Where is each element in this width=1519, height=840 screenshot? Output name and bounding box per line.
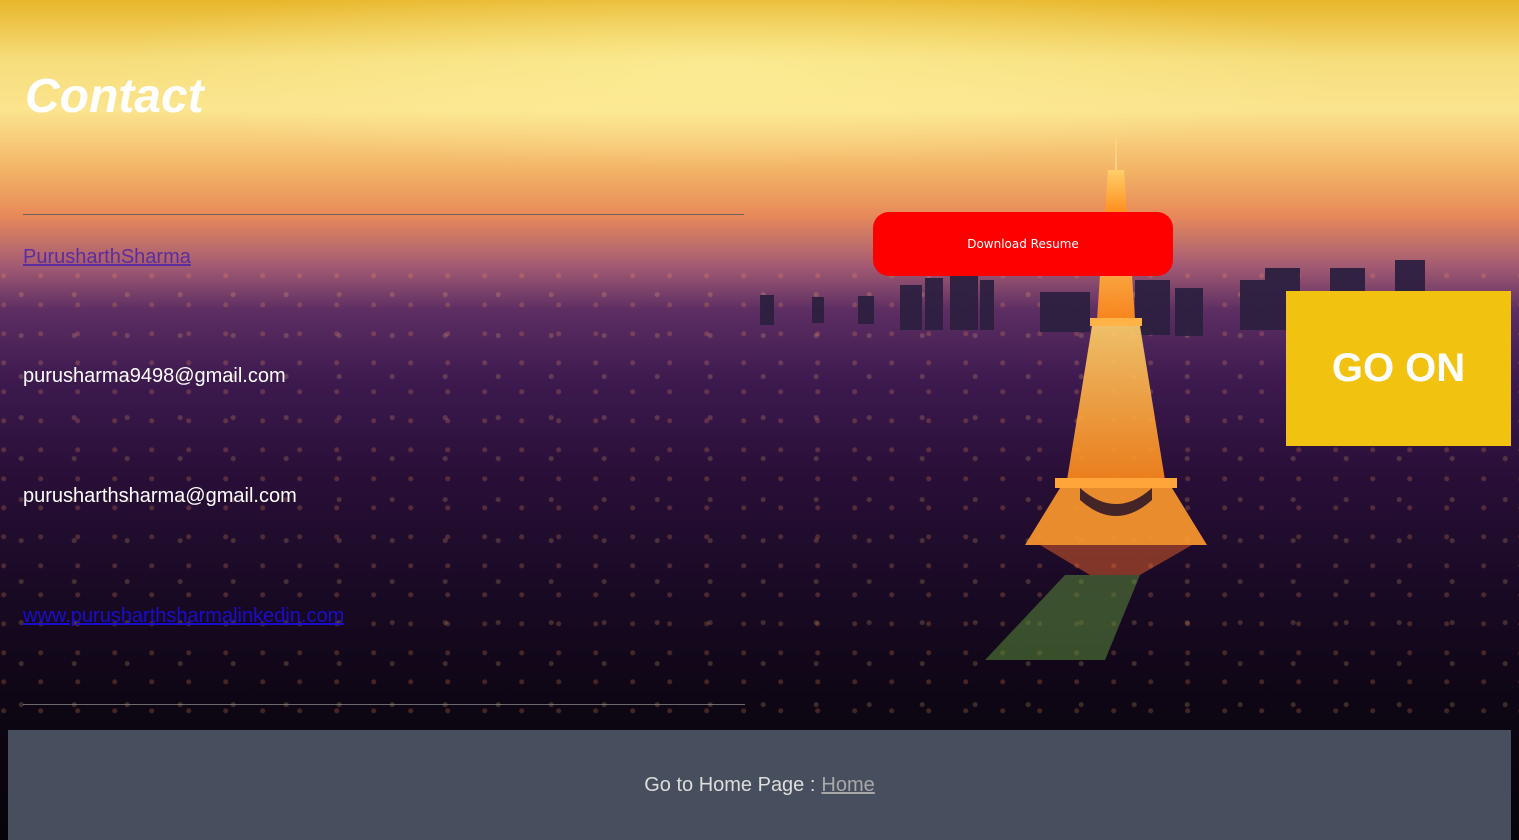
go-on-button[interactable]: GO ON bbox=[1286, 291, 1511, 446]
home-link[interactable]: Home bbox=[821, 774, 874, 797]
page-title: Contact bbox=[25, 70, 204, 123]
top-divider bbox=[23, 214, 744, 215]
name-link[interactable]: PurusharthSharma bbox=[23, 245, 191, 269]
footer-prefix-text: Go to Home Page : bbox=[644, 773, 816, 796]
email-primary-text: purusharma9498@gmail.com bbox=[23, 365, 286, 387]
footer: Go to Home Page : Home bbox=[8, 730, 1511, 840]
bottom-divider bbox=[23, 704, 745, 705]
download-resume-button[interactable]: Download Resume bbox=[873, 212, 1173, 276]
email-secondary-text: purusharthsharma@gmail.com bbox=[23, 485, 297, 507]
linkedin-link[interactable]: www.purusharthsharmalinkedin.com bbox=[23, 604, 344, 628]
